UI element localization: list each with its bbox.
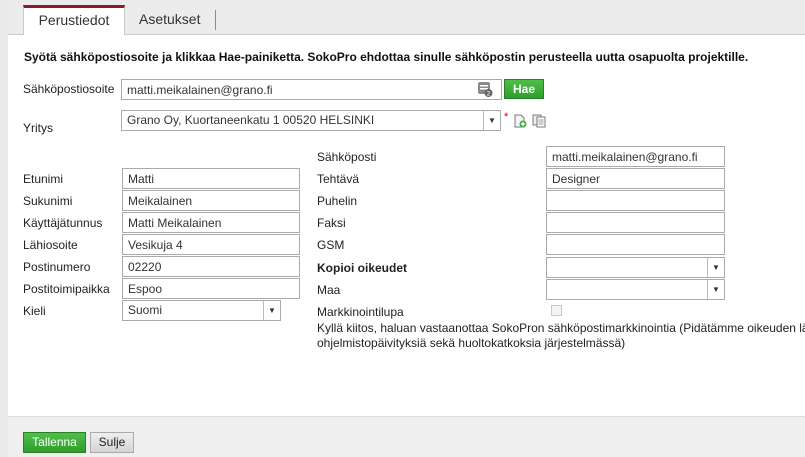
dialog-footer: Tallenna Sulje [8,416,805,457]
fax-input[interactable] [546,212,725,233]
tab-separator [215,10,216,30]
first-name-value: Matti [128,172,155,186]
search-button[interactable]: Hae [504,79,544,99]
company-value: Grano Oy, Kuortaneenkatu 1 00520 HELSINK… [127,113,375,127]
title-label: Tehtävä [317,172,360,186]
chevron-down-icon: ▼ [707,258,724,277]
street-input[interactable]: Vesikuja 4 [122,234,300,255]
country-select[interactable]: ▼ [546,279,725,300]
fax-label: Faksi [317,216,346,230]
dialog-panel: Perustiedot Asetukset Syötä sähköpostios… [8,0,805,457]
language-value: Suomi [128,303,163,317]
last-name-value: Meikalainen [128,194,193,208]
first-name-input[interactable]: Matti [122,168,300,189]
lookup-email-input[interactable]: matti.meikalainen@grano.fi [121,79,502,100]
postcode-input[interactable]: 02220 [122,256,300,277]
email-label: Sähköposti [317,150,377,164]
city-value: Espoo [128,282,163,296]
title-value: Designer [552,172,601,186]
consent-line-2: ohjelmistopäivityksiä sekä huoltokatkoks… [317,336,626,350]
city-input[interactable]: Espoo [122,278,300,299]
lookup-email-value: matti.meikalainen@grano.fi [127,83,273,97]
tab-bar: Perustiedot Asetukset [8,0,805,35]
intro-text: Syötä sähköpostiosoite ja klikkaa Hae-pa… [24,50,749,64]
chevron-down-icon: ▼ [483,111,500,130]
required-marker: * [504,111,509,123]
svg-text:2: 2 [487,91,491,98]
copy-company-icon[interactable] [532,114,547,131]
last-name-input[interactable]: Meikalainen [122,190,300,211]
first-name-label: Etunimi [23,172,64,186]
copy-rights-label: Kopioi oikeudet [317,261,407,275]
title-input[interactable]: Designer [546,168,725,189]
tab-asetukset[interactable]: Asetukset [139,5,200,34]
gsm-label: GSM [317,238,345,252]
chevron-down-icon: ▼ [707,280,724,299]
chevron-down-icon: ▼ [263,301,280,320]
marketing-label: Markkinointilupa [317,305,404,319]
save-button[interactable]: Tallenna [23,432,86,453]
email-input[interactable]: matti.meikalainen@grano.fi [546,146,725,167]
language-select[interactable]: Suomi ▼ [122,300,281,321]
close-button[interactable]: Sulje [90,432,134,453]
street-label: Lähiosoite [23,238,78,252]
marketing-checkbox[interactable] [551,305,562,316]
username-label: Käyttäjätunnus [23,216,103,230]
phone-input[interactable] [546,190,725,211]
lookup-email-label: Sähköpostiosoite [23,82,115,96]
consent-text: Kyllä kiitos, haluan vastaanottaa SokoPr… [317,321,805,351]
email-value: matti.meikalainen@grano.fi [552,150,698,164]
consent-line-1: Kyllä kiitos, haluan vastaanottaa SokoPr… [317,321,805,335]
postcode-label: Postinumero [23,260,91,274]
country-label: Maa [317,283,341,297]
copy-rights-select[interactable]: ▼ [546,257,725,278]
username-input[interactable]: Matti Meikalainen [122,212,300,233]
city-label: Postitoimipaikka [23,282,110,296]
postcode-value: 02220 [128,260,162,274]
company-label: Yritys [23,121,53,135]
contact-card-icon[interactable]: 2 [477,81,493,101]
gsm-input[interactable] [546,234,725,255]
username-value: Matti Meikalainen [128,216,222,230]
phone-label: Puhelin [317,194,358,208]
company-select[interactable]: Grano Oy, Kuortaneenkatu 1 00520 HELSINK… [121,110,501,131]
language-label: Kieli [23,304,46,318]
last-name-label: Sukunimi [23,194,73,208]
tab-perustiedot[interactable]: Perustiedot [23,5,125,35]
add-company-icon[interactable] [513,114,527,131]
street-value: Vesikuja 4 [128,238,183,252]
